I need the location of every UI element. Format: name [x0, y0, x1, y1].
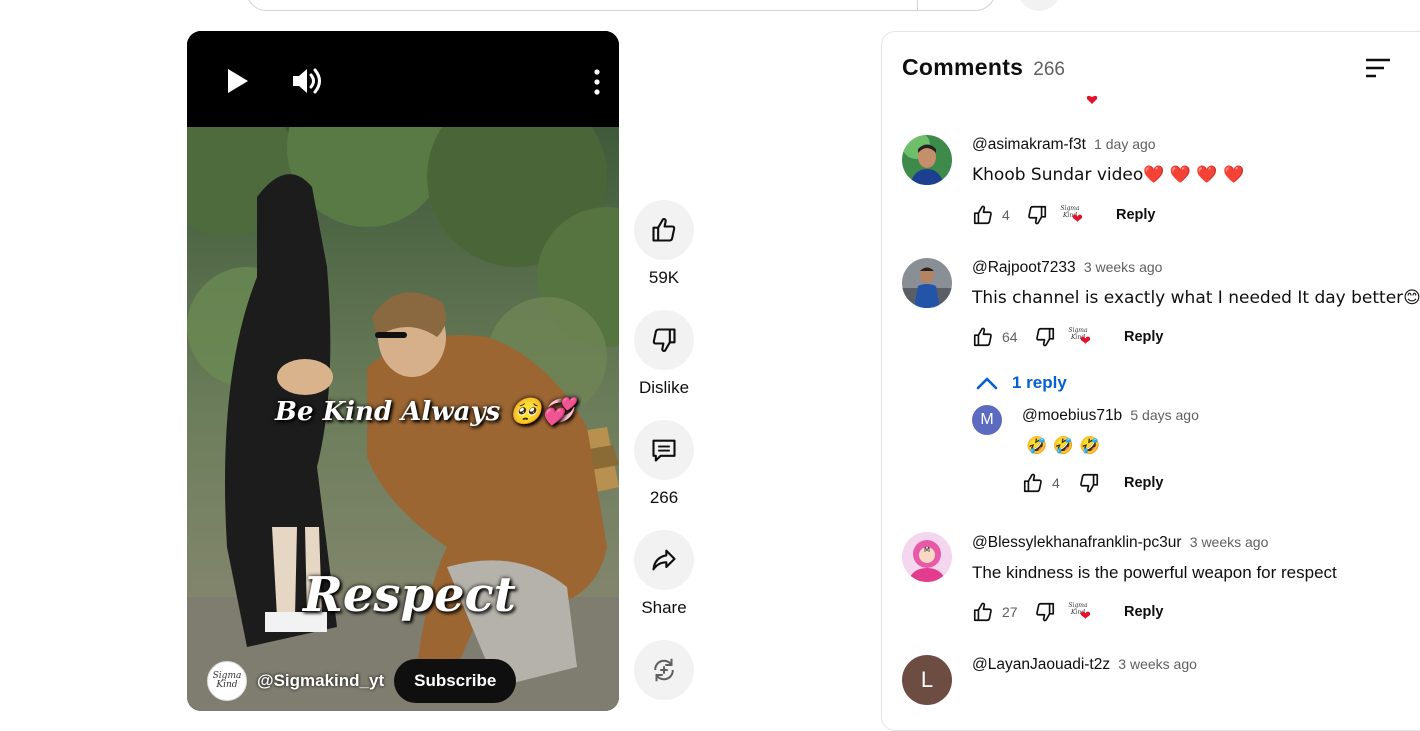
voice-search-button[interactable] — [1018, 0, 1060, 11]
dislike-button[interactable] — [634, 310, 694, 370]
sort-button[interactable] — [1364, 56, 1392, 80]
dislike-label: Dislike — [638, 378, 690, 397]
share-action: Share — [634, 530, 694, 618]
reply-meta: @moebius71b 5 days ago — [1022, 407, 1199, 425]
play-icon[interactable] — [225, 67, 251, 100]
remix-action — [634, 640, 694, 700]
channel-row: Sigma Kind @Sigmakind_yt Subscribe — [207, 659, 517, 703]
comment-meta: @asimakram-f3t 1 day ago — [972, 136, 1156, 154]
reply-like-count: 4 — [1052, 475, 1060, 491]
comments-action: 266 — [634, 420, 694, 508]
comment-text: This channel is exactly what I needed It… — [972, 288, 1420, 308]
avatar-photo-image — [902, 135, 952, 185]
heart-icon: ❤ — [1080, 333, 1091, 348]
reply-time[interactable]: 5 days ago — [1130, 407, 1199, 423]
more-vert-icon[interactable] — [591, 69, 603, 100]
channel-handle[interactable]: @Sigmakind_yt — [257, 671, 384, 691]
comments-panel: Comments 266 @asimakram-f3t 1 day ago Kh… — [881, 31, 1420, 731]
like-count: 59K — [648, 268, 680, 287]
share-icon — [652, 549, 676, 571]
remix-icon — [654, 658, 674, 682]
thumb-up-icon[interactable] — [1022, 472, 1044, 494]
comment-avatar[interactable] — [902, 135, 952, 185]
comment-meta: @Rajpoot7233 3 weeks ago — [972, 259, 1162, 277]
channel-avatar[interactable]: Sigma Kind — [207, 661, 247, 701]
video-caption-top: Be Kind Always 🥺💞 — [275, 397, 574, 427]
comment-author[interactable]: @Rajpoot7233 — [972, 259, 1076, 276]
comment-icon — [652, 439, 676, 462]
comment-meta: @Blessylekhanafranklin-pc3ur 3 weeks ago — [972, 534, 1268, 552]
avatar-photo-image — [902, 258, 952, 308]
comment-text: The kindness is the powerful weapon for … — [972, 563, 1337, 582]
reply-button[interactable]: Reply — [1116, 207, 1156, 223]
sort-icon — [1366, 58, 1390, 78]
svg-text:M: M — [924, 546, 930, 554]
comment-like-count: 4 — [1002, 207, 1010, 223]
comment-time[interactable]: 3 weeks ago — [1190, 534, 1269, 550]
search-divider — [917, 0, 918, 10]
heart-icon: ❤ — [1080, 608, 1091, 623]
thumb-up-icon — [652, 218, 676, 242]
thumb-down-icon[interactable] — [1034, 601, 1056, 623]
comments-title: Comments — [902, 54, 1024, 80]
avatar-photo-image: M — [902, 532, 952, 582]
comment-time[interactable]: 3 weeks ago — [1084, 259, 1163, 275]
reply-button[interactable]: Reply — [1124, 329, 1164, 345]
reply-author[interactable]: @moebius71b — [1022, 407, 1122, 424]
comments-header: Comments 266 — [902, 54, 1065, 81]
thumb-up-icon[interactable] — [972, 326, 994, 348]
thumb-down-icon — [652, 328, 676, 352]
comment-text: Khoob Sundar video❤️ ❤️ ❤️ ❤️ — [972, 165, 1245, 185]
thumb-up-icon[interactable] — [972, 204, 994, 226]
reply-avatar[interactable]: M — [972, 405, 1002, 435]
thumb-down-icon[interactable] — [1026, 204, 1048, 226]
comment-avatar[interactable] — [902, 258, 952, 308]
comments-button[interactable] — [634, 420, 694, 480]
comment-like-count: 64 — [1002, 329, 1018, 345]
replies-count-label: 1 reply — [1012, 373, 1067, 392]
creator-heart-badge: Sigma Kind ❤ — [1060, 202, 1086, 228]
comment-author[interactable]: @Blessylekhanafranklin-pc3ur — [972, 534, 1182, 551]
comment-actions: 27 Sigma Kind ❤ Reply — [972, 599, 1164, 625]
thumb-down-icon[interactable] — [1078, 472, 1100, 494]
like-button[interactable] — [634, 200, 694, 260]
video-caption-bottom: Respect — [303, 567, 516, 623]
comment-time[interactable]: 3 weeks ago — [1118, 656, 1197, 672]
search-bar[interactable] — [246, 0, 996, 11]
replies-toggle[interactable]: 1 reply — [976, 373, 1067, 393]
chevron-up-icon — [976, 377, 998, 390]
comment-author[interactable]: @LayanJaouadi-t2z — [972, 656, 1110, 673]
volume-icon[interactable] — [291, 65, 325, 102]
comments-count: 266 — [1033, 59, 1065, 80]
heart-icon: ❤ — [1072, 211, 1083, 226]
thumb-down-icon[interactable] — [1034, 326, 1056, 348]
remix-button[interactable] — [634, 640, 694, 700]
shorts-player[interactable]: Be Kind Always 🥺💞 Respect Sigma Kind @Si… — [187, 31, 619, 711]
comment-count: 266 — [649, 488, 679, 507]
comment-author[interactable]: @asimakram-f3t — [972, 136, 1086, 153]
reply-button[interactable]: Reply — [1124, 475, 1164, 491]
comment-actions: 4 Sigma Kind ❤ Reply — [972, 202, 1156, 228]
creator-heart-badge: Sigma Kind ❤ — [1068, 599, 1094, 625]
clipped-heart-icon — [1086, 94, 1098, 104]
subscribe-button[interactable]: Subscribe — [394, 659, 517, 703]
comment-avatar[interactable]: M — [902, 532, 952, 582]
comment-actions: 64 Sigma Kind ❤ Reply — [972, 324, 1164, 350]
creator-heart-badge: Sigma Kind ❤ — [1068, 324, 1094, 350]
dislike-action: Dislike — [634, 310, 694, 398]
thumb-up-icon[interactable] — [972, 601, 994, 623]
player-controls-bar — [187, 31, 619, 127]
like-action: 59K — [634, 200, 694, 288]
share-label: Share — [641, 598, 687, 617]
comment-avatar[interactable]: L — [902, 655, 952, 705]
comment-time[interactable]: 1 day ago — [1094, 136, 1156, 152]
reply-button[interactable]: Reply — [1124, 604, 1164, 620]
reply-text: 🤣 🤣 🤣 — [1026, 436, 1101, 456]
comment-like-count: 27 — [1002, 604, 1018, 620]
reply-actions: 4 Reply — [1022, 471, 1164, 495]
share-button[interactable] — [634, 530, 694, 590]
comment-meta: @LayanJaouadi-t2z 3 weeks ago — [972, 656, 1197, 674]
video-frame[interactable]: Be Kind Always 🥺💞 Respect — [187, 127, 619, 711]
